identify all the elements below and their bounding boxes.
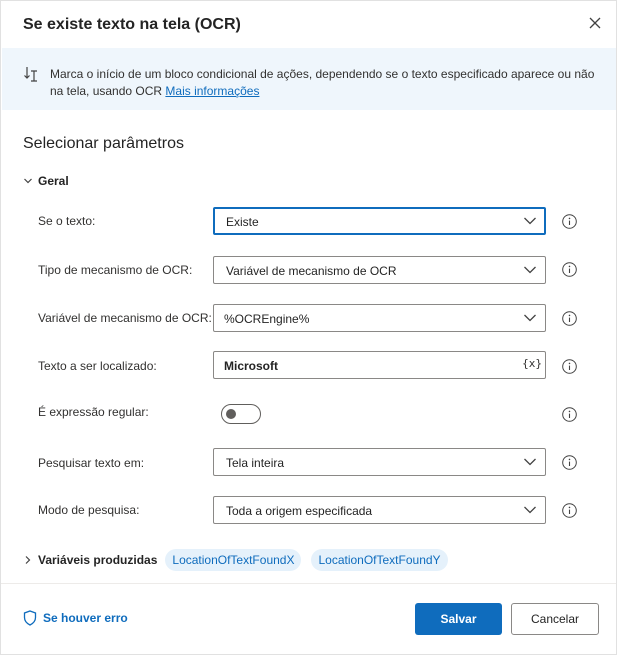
ocr-engine-var-label: Variável de mecanismo de OCR: [38,311,212,325]
search-in-dropdown[interactable]: Tela inteira [213,448,546,476]
if-text-dropdown[interactable]: Existe [213,207,546,235]
save-button[interactable]: Salvar [415,603,502,635]
if-text-value: Existe [226,215,259,229]
close-icon[interactable] [585,13,605,33]
is-regex-toggle[interactable] [221,404,261,424]
chevron-down-icon [524,266,536,274]
action-dialog: Se existe texto na tela (OCR) Marca o in… [0,0,617,655]
section-title: Selecionar parâmetros [23,135,184,152]
chevron-down-icon [524,458,536,466]
chevron-down-icon [524,217,536,225]
on-error-label: Se houver erro [43,611,128,625]
variable-pill[interactable]: LocationOfTextFoundY [311,549,448,571]
info-description: Marca o início de um bloco condicional d… [50,67,595,98]
text-to-find-input[interactable]: Microsoft {x} [213,351,546,379]
ocr-engine-var-value: %OCREngine% [224,312,310,326]
more-info-link[interactable]: Mais informações [165,84,259,98]
is-regex-label: É expressão regular: [38,405,149,419]
info-icon[interactable] [562,407,577,422]
info-text: Marca o início de um bloco condicional d… [50,66,598,100]
footer-divider [1,583,616,584]
produced-variables: Variáveis produzidas LocationOfTextFound… [23,549,458,571]
on-error-link[interactable]: Se houver erro [23,610,128,626]
variable-picker-button[interactable]: {x} [522,357,542,370]
info-icon[interactable] [562,311,577,326]
info-bar: Marca o início de um bloco condicional d… [2,48,616,110]
search-mode-label: Modo de pesquisa: [38,503,140,517]
info-icon[interactable] [562,262,577,277]
search-mode-dropdown[interactable]: Toda a origem especificada [213,496,546,524]
search-in-value: Tela inteira [226,456,285,470]
chevron-down-icon [524,506,536,514]
text-to-find-value: Microsoft [224,359,278,373]
text-to-find-label: Texto a ser localizado: [38,359,157,373]
if-text-label: Se o texto: [38,214,96,228]
produced-variables-label: Variáveis produzidas [38,553,158,567]
chevron-right-icon[interactable] [23,555,33,565]
shield-icon [23,610,37,626]
toggle-knob [226,409,236,419]
info-icon[interactable] [562,214,577,229]
variable-pill[interactable]: LocationOfTextFoundX [165,549,302,571]
ocr-engine-type-dropdown[interactable]: Variável de mecanismo de OCR [213,256,546,284]
ocr-engine-type-value: Variável de mecanismo de OCR [226,264,397,278]
dialog-title: Se existe texto na tela (OCR) [23,16,241,33]
general-group-toggle[interactable]: Geral [23,173,69,189]
search-mode-value: Toda a origem especificada [226,504,373,518]
info-icon[interactable] [562,503,577,518]
info-icon[interactable] [562,359,577,374]
general-group-label: Geral [38,174,69,188]
ocr-engine-var-dropdown[interactable]: %OCREngine% [213,304,546,332]
chevron-down-icon [24,178,32,184]
block-start-icon [24,67,37,82]
chevron-down-icon [524,314,536,322]
cancel-button[interactable]: Cancelar [511,603,599,635]
search-in-label: Pesquisar texto em: [38,456,145,470]
ocr-engine-type-label: Tipo de mecanismo de OCR: [38,263,193,277]
info-icon[interactable] [562,455,577,470]
